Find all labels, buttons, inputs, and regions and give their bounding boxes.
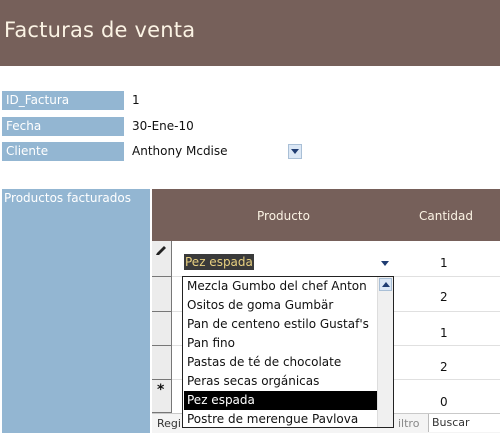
cantidad-cell[interactable]: 1 <box>440 326 448 340</box>
dropdown-scrollbar[interactable] <box>377 277 393 427</box>
record-selector[interactable] <box>152 277 172 312</box>
fecha-value[interactable]: 30-Ene-10 <box>132 117 194 136</box>
cantidad-cell[interactable]: 2 <box>440 360 448 374</box>
chevron-down-icon <box>381 261 389 266</box>
dropdown-item[interactable]: Pan fino <box>187 334 375 353</box>
cantidad-cell[interactable]: 1 <box>440 256 448 270</box>
cantidad-cell[interactable]: 0 <box>440 395 448 409</box>
producto-combo[interactable]: Pez espada <box>184 254 254 270</box>
cliente-dropdown-button[interactable] <box>288 144 302 159</box>
search-box[interactable]: Buscar <box>428 414 500 432</box>
chevron-up-icon <box>381 282 390 287</box>
productos-label-block <box>2 189 150 433</box>
dropdown-item[interactable]: Mezcla Gumbo del chef Anton <box>187 277 375 296</box>
productos-label: Productos facturados <box>4 191 131 205</box>
asterisk-icon: * <box>157 382 165 398</box>
form-title: Facturas de venta <box>4 18 196 42</box>
fecha-label: Fecha <box>2 117 124 136</box>
dropdown-item[interactable]: Pastas de té de chocolate <box>187 353 375 372</box>
pencil-icon <box>156 246 166 255</box>
filter-button[interactable]: iltro <box>398 417 419 430</box>
producto-dropdown-button[interactable] <box>378 256 392 271</box>
id-factura-label: ID_Factura <box>2 91 124 110</box>
dropdown-item[interactable]: Postre de merengue Pavlova <box>187 410 375 429</box>
record-selector-new[interactable]: * <box>152 380 172 413</box>
record-nav-label: Regi <box>157 417 181 430</box>
dropdown-item-selected[interactable]: Pez espada <box>184 391 378 410</box>
dropdown-item[interactable]: Peras secas orgánicas <box>187 372 375 391</box>
column-header-cantidad: Cantidad <box>419 209 473 223</box>
cliente-combo[interactable]: Anthony Mcdise <box>132 142 228 161</box>
record-selector[interactable] <box>152 312 172 346</box>
record-selector[interactable] <box>152 346 172 380</box>
dropdown-item[interactable]: Ositos de goma Gumbär <box>187 296 375 315</box>
producto-dropdown-list: Mezcla Gumbo del chef Anton Ositos de go… <box>182 276 394 428</box>
id-factura-value[interactable]: 1 <box>132 91 140 110</box>
chevron-down-icon <box>291 149 299 154</box>
cantidad-cell[interactable]: 2 <box>440 290 448 304</box>
scroll-up-button[interactable] <box>379 278 392 291</box>
record-selector[interactable] <box>152 241 172 277</box>
cliente-label: Cliente <box>2 142 124 161</box>
dropdown-item[interactable]: Pan de centeno estilo Gustaf's <box>187 315 375 334</box>
column-header-producto: Producto <box>257 209 310 223</box>
